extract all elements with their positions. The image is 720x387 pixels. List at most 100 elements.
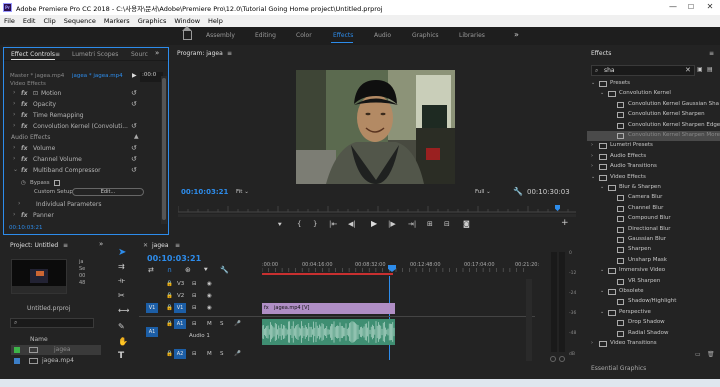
mark-in-icon[interactable]: {	[297, 220, 301, 228]
workspace-color[interactable]: Color	[296, 32, 312, 39]
solo-left-button[interactable]	[550, 356, 556, 362]
collapse-icon[interactable]: ▲	[134, 133, 139, 140]
clear-search-icon[interactable]: ✕	[685, 66, 691, 74]
audio-clip[interactable]	[261, 319, 395, 345]
track-label[interactable]: V3	[177, 281, 184, 287]
fx-icon[interactable]: fx	[21, 167, 27, 174]
extract-icon[interactable]: ⊟	[444, 220, 450, 228]
effects-search-field[interactable]: ⌕ sha	[591, 65, 695, 76]
effect-row-volume[interactable]: › fx Volume ↺	[4, 143, 161, 154]
reset-icon[interactable]: ↺	[131, 144, 137, 152]
expand-arrow-icon[interactable]: ›	[18, 200, 20, 207]
timeline-ruler[interactable]: :00:00 00:04:16:00 00:08:32:00 00:12:48:…	[262, 258, 546, 278]
expand-arrow-icon[interactable]: ›	[13, 155, 15, 162]
effect-row-channel-volume[interactable]: › fx Channel Volume ↺	[4, 154, 161, 165]
panel-menu-icon[interactable]: ≡	[709, 50, 714, 57]
workspace-graphics[interactable]: Graphics	[412, 32, 439, 39]
workspace-libraries[interactable]: Libraries	[459, 32, 485, 39]
name-column-header[interactable]: Name	[30, 336, 48, 343]
chevron-down-icon[interactable]: ⌄	[600, 267, 604, 273]
reset-icon[interactable]: ↺	[131, 155, 137, 163]
effect-row-panner[interactable]: › fx Panner	[4, 210, 161, 221]
bypass-checkbox[interactable]	[54, 180, 60, 186]
label-color-swatch[interactable]	[14, 347, 20, 353]
chevron-down-icon[interactable]: ⌄	[600, 288, 604, 294]
trash-icon[interactable]: 🗑	[707, 351, 715, 358]
lift-icon[interactable]: ⊞	[427, 220, 433, 228]
sync-lock-icon[interactable]: ⊟	[192, 351, 197, 357]
effects-tree-item[interactable]: Drop Shadow	[587, 318, 720, 328]
sync-lock-icon[interactable]: ⊟	[192, 305, 197, 311]
razor-tool-icon[interactable]: ✂	[118, 291, 125, 300]
chevron-down-icon[interactable]: ⌄	[600, 90, 604, 96]
reset-icon[interactable]: ↺	[131, 100, 137, 108]
project-item-row[interactable]: jagea.mp4	[11, 356, 101, 366]
track-lock-icon[interactable]: 🔒	[166, 321, 173, 327]
source-patch-v1[interactable]: V1	[146, 303, 158, 313]
chevron-right-icon[interactable]: ›	[591, 142, 593, 148]
eye-icon[interactable]: ◉	[207, 281, 212, 287]
chevron-right-icon[interactable]: ›	[591, 153, 593, 159]
type-tool-icon[interactable]: T	[118, 351, 124, 361]
expand-arrow-icon[interactable]: ›	[13, 144, 15, 151]
effects-tree-item[interactable]: Shadow/Highlight	[587, 297, 720, 307]
scrollbar-thumb[interactable]	[162, 78, 166, 220]
track-lock-icon[interactable]: 🔒	[166, 281, 173, 287]
reset-icon[interactable]: ↺	[131, 166, 137, 174]
solo-button[interactable]: S	[220, 321, 224, 327]
program-zoom-bar[interactable]	[178, 214, 576, 217]
workspace-assembly[interactable]: Assembly	[206, 32, 235, 39]
reset-icon[interactable]: ↺	[131, 89, 137, 97]
menu-sequence[interactable]: Sequence	[60, 15, 100, 27]
workspace-effects[interactable]: Effects	[333, 32, 353, 39]
source-patch-a1[interactable]: A1	[146, 327, 158, 337]
chevron-down-icon[interactable]: ⌄	[591, 80, 595, 86]
fx-icon[interactable]: fx	[21, 212, 27, 219]
effects-tree-item[interactable]: ⌄ Immersive Video	[587, 266, 720, 276]
pen-tool-icon[interactable]: ✎	[118, 322, 125, 331]
linked-selection-icon[interactable]: ⊛	[185, 266, 191, 274]
fx-icon[interactable]: fx	[21, 156, 27, 163]
slip-tool-icon[interactable]: ⟷	[118, 306, 129, 315]
track-target-a1[interactable]: A1	[174, 319, 186, 329]
effects-tree-item[interactable]: VR Sharpen	[587, 277, 720, 287]
sequence-tab[interactable]: jagea	[152, 242, 169, 249]
effects-tree-item[interactable]: ⌄ Presets	[587, 79, 720, 89]
workspace-audio[interactable]: Audio	[374, 32, 391, 39]
project-item-row[interactable]: jagea	[11, 345, 101, 355]
timeline-current-time[interactable]: 00:10:03:21	[147, 254, 201, 263]
fx-icon[interactable]: fx	[21, 101, 27, 108]
snap-icon[interactable]: ∩	[167, 266, 172, 274]
home-icon[interactable]	[182, 26, 192, 40]
track-lock-icon[interactable]: 🔒	[166, 305, 173, 311]
play-button-icon[interactable]: ▶	[371, 219, 377, 228]
effects-tree-item[interactable]: ⌄ Convolution Kernel	[587, 89, 720, 99]
program-video-frame[interactable]	[296, 70, 455, 184]
effects-tree-item[interactable]: › Audio Effects	[587, 152, 720, 162]
ripple-edit-tool-icon[interactable]: ⟛	[118, 276, 125, 286]
add-marker-icon[interactable]: ⯆	[203, 266, 209, 275]
menu-help[interactable]: Help	[204, 15, 227, 27]
menu-graphics[interactable]: Graphics	[134, 15, 171, 27]
track-lock-icon[interactable]: 🔒	[166, 293, 173, 299]
effect-row-convolution-kernel[interactable]: › fx Convolution Kernel (Convoluti... ↺	[4, 121, 161, 132]
go-to-out-icon[interactable]: ⇥|	[408, 220, 416, 228]
effects-tree-item[interactable]: Directional Blur	[587, 225, 720, 235]
program-monitor-title[interactable]: Program: jagea	[177, 50, 223, 57]
effects-tree-item[interactable]: ⌄ Obsolete	[587, 287, 720, 297]
menu-clip[interactable]: Clip	[39, 15, 59, 27]
effects-tree-item[interactable]: Camera Blur	[587, 193, 720, 203]
step-forward-icon[interactable]: |▶	[388, 220, 396, 228]
panel-menu-icon[interactable]: ≡	[175, 242, 180, 249]
panel-menu-icon[interactable]: ≡	[227, 50, 232, 57]
more-tabs-icon[interactable]: »	[155, 49, 159, 57]
workspace-editing[interactable]: Editing	[255, 32, 276, 39]
32bit-effects-icon[interactable]: ▤	[707, 66, 713, 73]
effects-tree-item[interactable]: Sharpen	[587, 245, 720, 255]
fx-icon[interactable]: fx	[21, 123, 27, 130]
chevron-right-icon[interactable]: ›	[591, 163, 593, 169]
effect-row-time-remapping[interactable]: › fx Time Remapping	[4, 110, 161, 121]
more-workspaces-button[interactable]: »	[514, 30, 519, 39]
expand-arrow-icon[interactable]: ›	[13, 122, 15, 129]
eye-icon[interactable]: ◉	[207, 293, 212, 299]
